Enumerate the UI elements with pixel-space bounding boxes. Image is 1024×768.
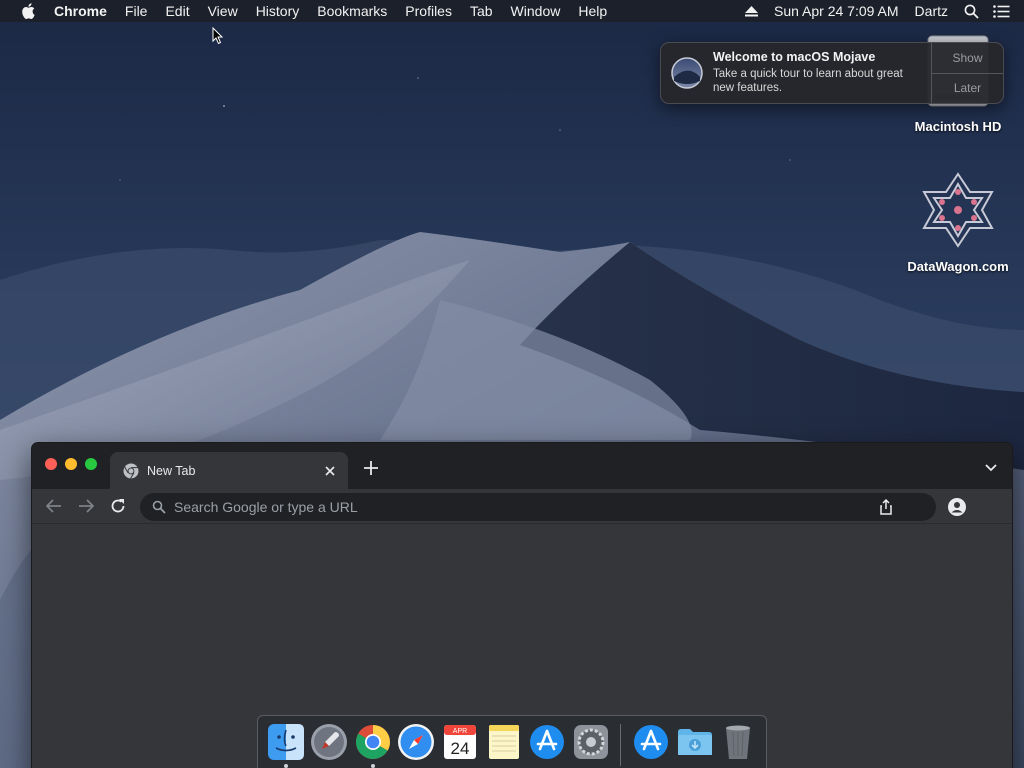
menu-file[interactable]: File [116,0,157,22]
forward-arrow-icon[interactable] [76,496,96,516]
window-close-button[interactable] [45,458,57,470]
notification-banner[interactable]: Welcome to macOS Mojave Take a quick tou… [660,42,1004,104]
notes-icon [488,725,519,759]
dock-item-safari[interactable] [395,720,439,768]
downloads-folder-icon [677,729,712,755]
spotlight-search-icon[interactable] [964,4,979,19]
desktop-icon-label: Macintosh HD [914,119,1002,134]
menu-profiles[interactable]: Profiles [396,0,461,22]
dock-item-notes[interactable] [482,720,526,768]
dock-item-downloads[interactable] [673,720,717,768]
app-store-icon [634,725,669,759]
tab-new-tab[interactable]: New Tab [110,452,348,489]
calendar-month: APR [453,728,467,735]
menu-help[interactable]: Help [569,0,616,22]
chrome-icon [355,725,390,759]
running-indicator [370,764,375,768]
system-preferences-icon [573,725,608,759]
mojave-icon [661,43,713,103]
dock-item-calendar[interactable]: APR 24 [438,720,482,768]
tab-strip: New Tab [32,443,1012,489]
calendar-day: 24 [450,739,469,758]
omnibox[interactable] [140,493,936,521]
notification-show-button[interactable]: Show [932,43,1003,74]
trash-icon [726,725,751,759]
apple-logo-icon[interactable] [10,0,46,22]
search-icon [152,500,166,514]
menu-edit[interactable]: Edit [156,0,198,22]
mouse-cursor-icon [212,27,224,45]
menu-tab[interactable]: Tab [461,0,502,22]
profile-icon[interactable] [946,496,968,518]
dock-item-system-preferences[interactable] [569,720,613,768]
dock-item-chrome[interactable] [351,720,395,768]
notification-title: Welcome to macOS Mojave [713,50,876,64]
tab-title: New Tab [147,463,196,478]
dock-item-launchpad[interactable] [308,720,352,768]
dock-item-finder[interactable] [264,720,308,768]
launchpad-icon [311,724,348,760]
menu-bar-clock[interactable]: Sun Apr 24 7:09 AM [774,3,899,19]
window-minimize-button[interactable] [65,458,77,470]
dock-item-app-store-2[interactable] [629,720,673,768]
share-icon[interactable] [878,499,894,515]
close-icon[interactable] [322,463,338,479]
plus-icon[interactable] [362,459,380,477]
finder-icon [267,724,304,760]
notification-text: Take a quick tour to learn about great n… [713,68,903,94]
chevron-down-icon[interactable] [984,461,998,475]
notification-center-icon[interactable] [993,4,1010,18]
safari-icon [398,724,435,760]
menu-app-chrome[interactable]: Chrome [46,0,116,22]
menu-bar-user[interactable]: Dartz [915,3,948,19]
app-store-icon [530,725,565,759]
dock-separator [620,724,622,766]
back-arrow-icon[interactable] [44,496,64,516]
desktop-icon-label: DataWagon.com [907,259,1009,274]
chrome-toolbar [32,489,1012,523]
menu-history[interactable]: History [247,0,309,22]
menu-bar: Chrome File Edit View History Bookmarks … [0,0,1024,22]
reload-icon[interactable] [108,496,128,516]
eject-icon[interactable] [745,5,759,17]
chrome-favicon-icon [123,463,139,479]
datawagon-logo-icon [922,172,994,248]
menu-bookmarks[interactable]: Bookmarks [308,0,396,22]
notification-later-button[interactable]: Later [932,74,1003,104]
menu-view[interactable]: View [199,0,247,22]
desktop-icon-datawagon[interactable]: DataWagon.com [898,170,1018,274]
dock-item-trash[interactable] [716,720,760,768]
running-indicator [283,764,288,768]
dock: APR 24 [257,715,767,768]
dock-item-app-store[interactable] [525,720,569,768]
omnibox-input[interactable] [174,499,878,515]
calendar-icon: APR 24 [443,725,476,759]
menu-window[interactable]: Window [502,0,570,22]
window-zoom-button[interactable] [85,458,97,470]
